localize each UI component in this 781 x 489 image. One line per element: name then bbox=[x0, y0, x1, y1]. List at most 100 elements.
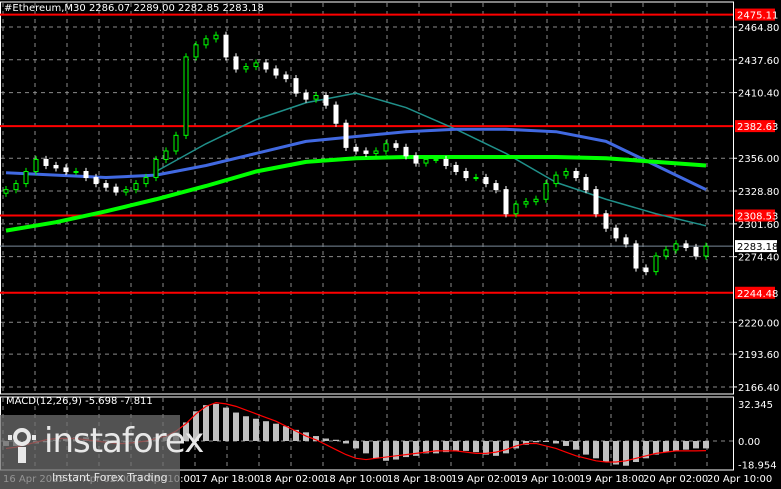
candle bbox=[83, 167, 89, 182]
time-axis-label: 18 Apr 02:00 bbox=[259, 474, 324, 485]
candle-body bbox=[623, 237, 629, 245]
candle-body bbox=[363, 150, 369, 154]
candle bbox=[603, 210, 609, 232]
candle-body bbox=[353, 146, 359, 152]
candle-body bbox=[423, 158, 429, 164]
candle-body bbox=[123, 189, 129, 193]
macd-histogram-bar bbox=[703, 441, 709, 449]
macd-histogram-bar bbox=[663, 441, 669, 453]
macd-histogram-bar bbox=[613, 441, 619, 465]
candle-body bbox=[283, 74, 289, 80]
candle-body bbox=[143, 177, 149, 185]
candle-body bbox=[683, 243, 689, 249]
candle bbox=[353, 143, 359, 155]
macd-axis-label: 32.345 bbox=[738, 400, 773, 411]
macd-histogram-bar bbox=[393, 441, 399, 460]
macd-histogram-bar bbox=[583, 441, 589, 455]
main-panel-frame bbox=[0, 1, 734, 395]
candle bbox=[653, 252, 659, 276]
candle-body bbox=[3, 189, 9, 194]
candle-body bbox=[533, 198, 539, 203]
price-axis-label: 2437.60 bbox=[738, 56, 779, 67]
candle-body bbox=[173, 134, 179, 152]
time-axis-label: 20 Apr 10:00 bbox=[707, 474, 772, 485]
candle bbox=[183, 53, 189, 139]
price-axis-label: 2274.40 bbox=[738, 253, 779, 264]
candle-body bbox=[493, 183, 499, 191]
level-price-label: 2308.53 bbox=[737, 212, 778, 223]
macd-axis-label: 0.00 bbox=[738, 437, 760, 448]
macd-histogram-bar bbox=[373, 441, 379, 459]
candle-body bbox=[203, 38, 209, 46]
macd-histogram-bar bbox=[493, 441, 499, 456]
macd-histogram-bar bbox=[263, 421, 269, 441]
candle bbox=[73, 167, 79, 176]
price-axis-label: 2410.40 bbox=[738, 89, 779, 100]
candle-body bbox=[503, 189, 509, 215]
candle bbox=[663, 246, 669, 260]
candle-body bbox=[83, 171, 89, 179]
candle-body bbox=[153, 158, 159, 179]
candle-body bbox=[103, 183, 109, 188]
candle bbox=[3, 185, 9, 197]
candle-body bbox=[73, 171, 79, 174]
candle bbox=[263, 59, 269, 73]
candle bbox=[343, 119, 349, 152]
candle-body bbox=[133, 183, 139, 191]
macd-histogram-bar bbox=[543, 441, 549, 442]
candle-body bbox=[553, 174, 559, 185]
candle bbox=[103, 179, 109, 191]
candle-body bbox=[253, 62, 259, 68]
price-axis-label: 2220.00 bbox=[738, 318, 779, 329]
price-axis-label: 2166.40 bbox=[738, 383, 779, 394]
candle bbox=[223, 31, 229, 61]
candle-body bbox=[343, 122, 349, 148]
price-axis-label: 2193.60 bbox=[738, 350, 779, 361]
candle bbox=[593, 185, 599, 218]
candle bbox=[463, 167, 469, 182]
candle-body bbox=[53, 164, 59, 169]
candle bbox=[283, 71, 289, 83]
candle-body bbox=[473, 177, 479, 180]
macd-histogram-bar bbox=[273, 423, 279, 441]
candle-body bbox=[23, 171, 29, 185]
candle bbox=[643, 264, 649, 276]
candle bbox=[563, 167, 569, 179]
candle-body bbox=[543, 183, 549, 200]
macd-histogram-bar bbox=[533, 441, 539, 443]
candle bbox=[23, 167, 29, 188]
macd-histogram-bar bbox=[243, 416, 249, 441]
candle-body bbox=[693, 247, 699, 257]
macd-histogram-bar bbox=[673, 441, 679, 451]
candle-body bbox=[643, 267, 649, 273]
candle-body bbox=[263, 62, 269, 70]
candle-body bbox=[333, 104, 339, 124]
candle-body bbox=[243, 66, 249, 70]
candle bbox=[273, 65, 279, 79]
macd-histogram-bar bbox=[683, 441, 689, 450]
candle-body bbox=[613, 227, 619, 239]
price-axis-label: 2356.00 bbox=[738, 154, 779, 165]
candle-body bbox=[213, 34, 219, 40]
candle-body bbox=[393, 143, 399, 148]
candle bbox=[553, 171, 559, 188]
macd-histogram-bar bbox=[343, 441, 349, 444]
price-axis-label: 2464.80 bbox=[738, 23, 779, 34]
macd-histogram-bar bbox=[453, 441, 459, 451]
macd-histogram-bar bbox=[253, 418, 259, 441]
macd-histogram-bar bbox=[283, 426, 289, 441]
candle-body bbox=[193, 44, 199, 58]
candle-body bbox=[223, 34, 229, 58]
candle-body bbox=[463, 171, 469, 179]
logo-tagline: Instant Forex Trading bbox=[52, 471, 168, 484]
candle bbox=[233, 53, 239, 73]
candle bbox=[303, 89, 309, 103]
candle bbox=[323, 91, 329, 109]
candle-body bbox=[113, 186, 119, 193]
macd-histogram-bar bbox=[323, 438, 329, 441]
candle-body bbox=[433, 158, 439, 161]
candle bbox=[613, 224, 619, 242]
candle bbox=[483, 173, 489, 188]
candle bbox=[523, 198, 529, 208]
time-axis-label: 18 Apr 18:00 bbox=[387, 474, 452, 485]
